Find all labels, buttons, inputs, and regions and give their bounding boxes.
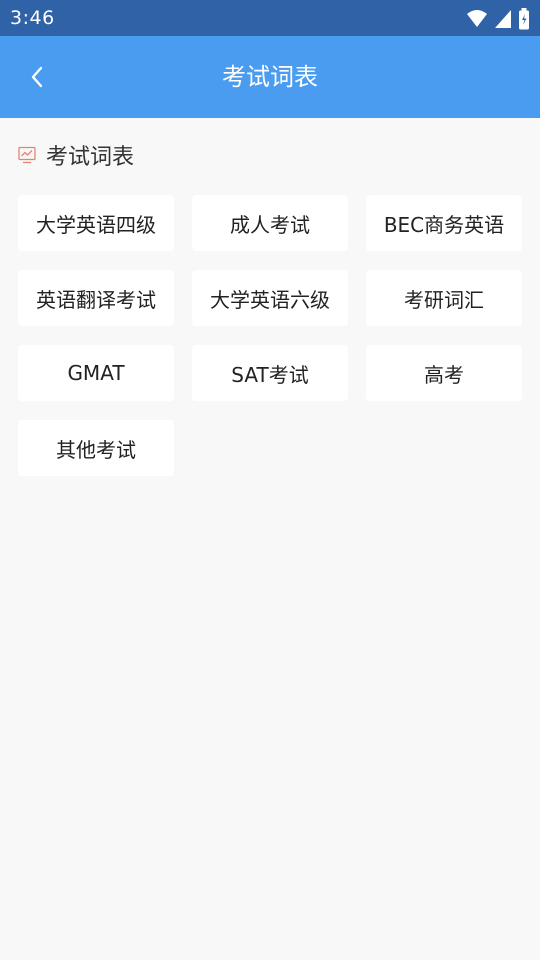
exam-button-postgrad[interactable]: 考研词汇 bbox=[366, 270, 522, 326]
exam-button-cet4[interactable]: 大学英语四级 bbox=[18, 195, 174, 251]
exam-button-sat[interactable]: SAT考试 bbox=[192, 345, 348, 401]
cell-signal-icon bbox=[494, 9, 512, 29]
status-icons bbox=[466, 8, 530, 30]
exam-button-translation[interactable]: 英语翻译考试 bbox=[18, 270, 174, 326]
section-header: 考试词表 bbox=[18, 140, 134, 170]
status-time: 3:46 bbox=[10, 7, 55, 29]
wifi-icon bbox=[466, 9, 488, 29]
exam-button-gaokao[interactable]: 高考 bbox=[366, 345, 522, 401]
exam-grid: 大学英语四级 成人考试 BEC商务英语 英语翻译考试 大学英语六级 考研词汇 G… bbox=[18, 195, 522, 476]
exam-button-adult[interactable]: 成人考试 bbox=[192, 195, 348, 251]
exam-button-bec[interactable]: BEC商务英语 bbox=[366, 195, 522, 251]
exam-button-other[interactable]: 其他考试 bbox=[18, 420, 174, 476]
section-title: 考试词表 bbox=[46, 145, 135, 170]
page-title: 考试词表 bbox=[222, 63, 318, 91]
chart-icon bbox=[18, 146, 36, 164]
exam-button-gmat[interactable]: GMAT bbox=[18, 345, 174, 401]
exam-button-cet6[interactable]: 大学英语六级 bbox=[192, 270, 348, 326]
app-bar: 考试词表 bbox=[0, 36, 540, 118]
battery-icon bbox=[518, 8, 530, 30]
status-bar: 3:46 bbox=[0, 0, 540, 36]
